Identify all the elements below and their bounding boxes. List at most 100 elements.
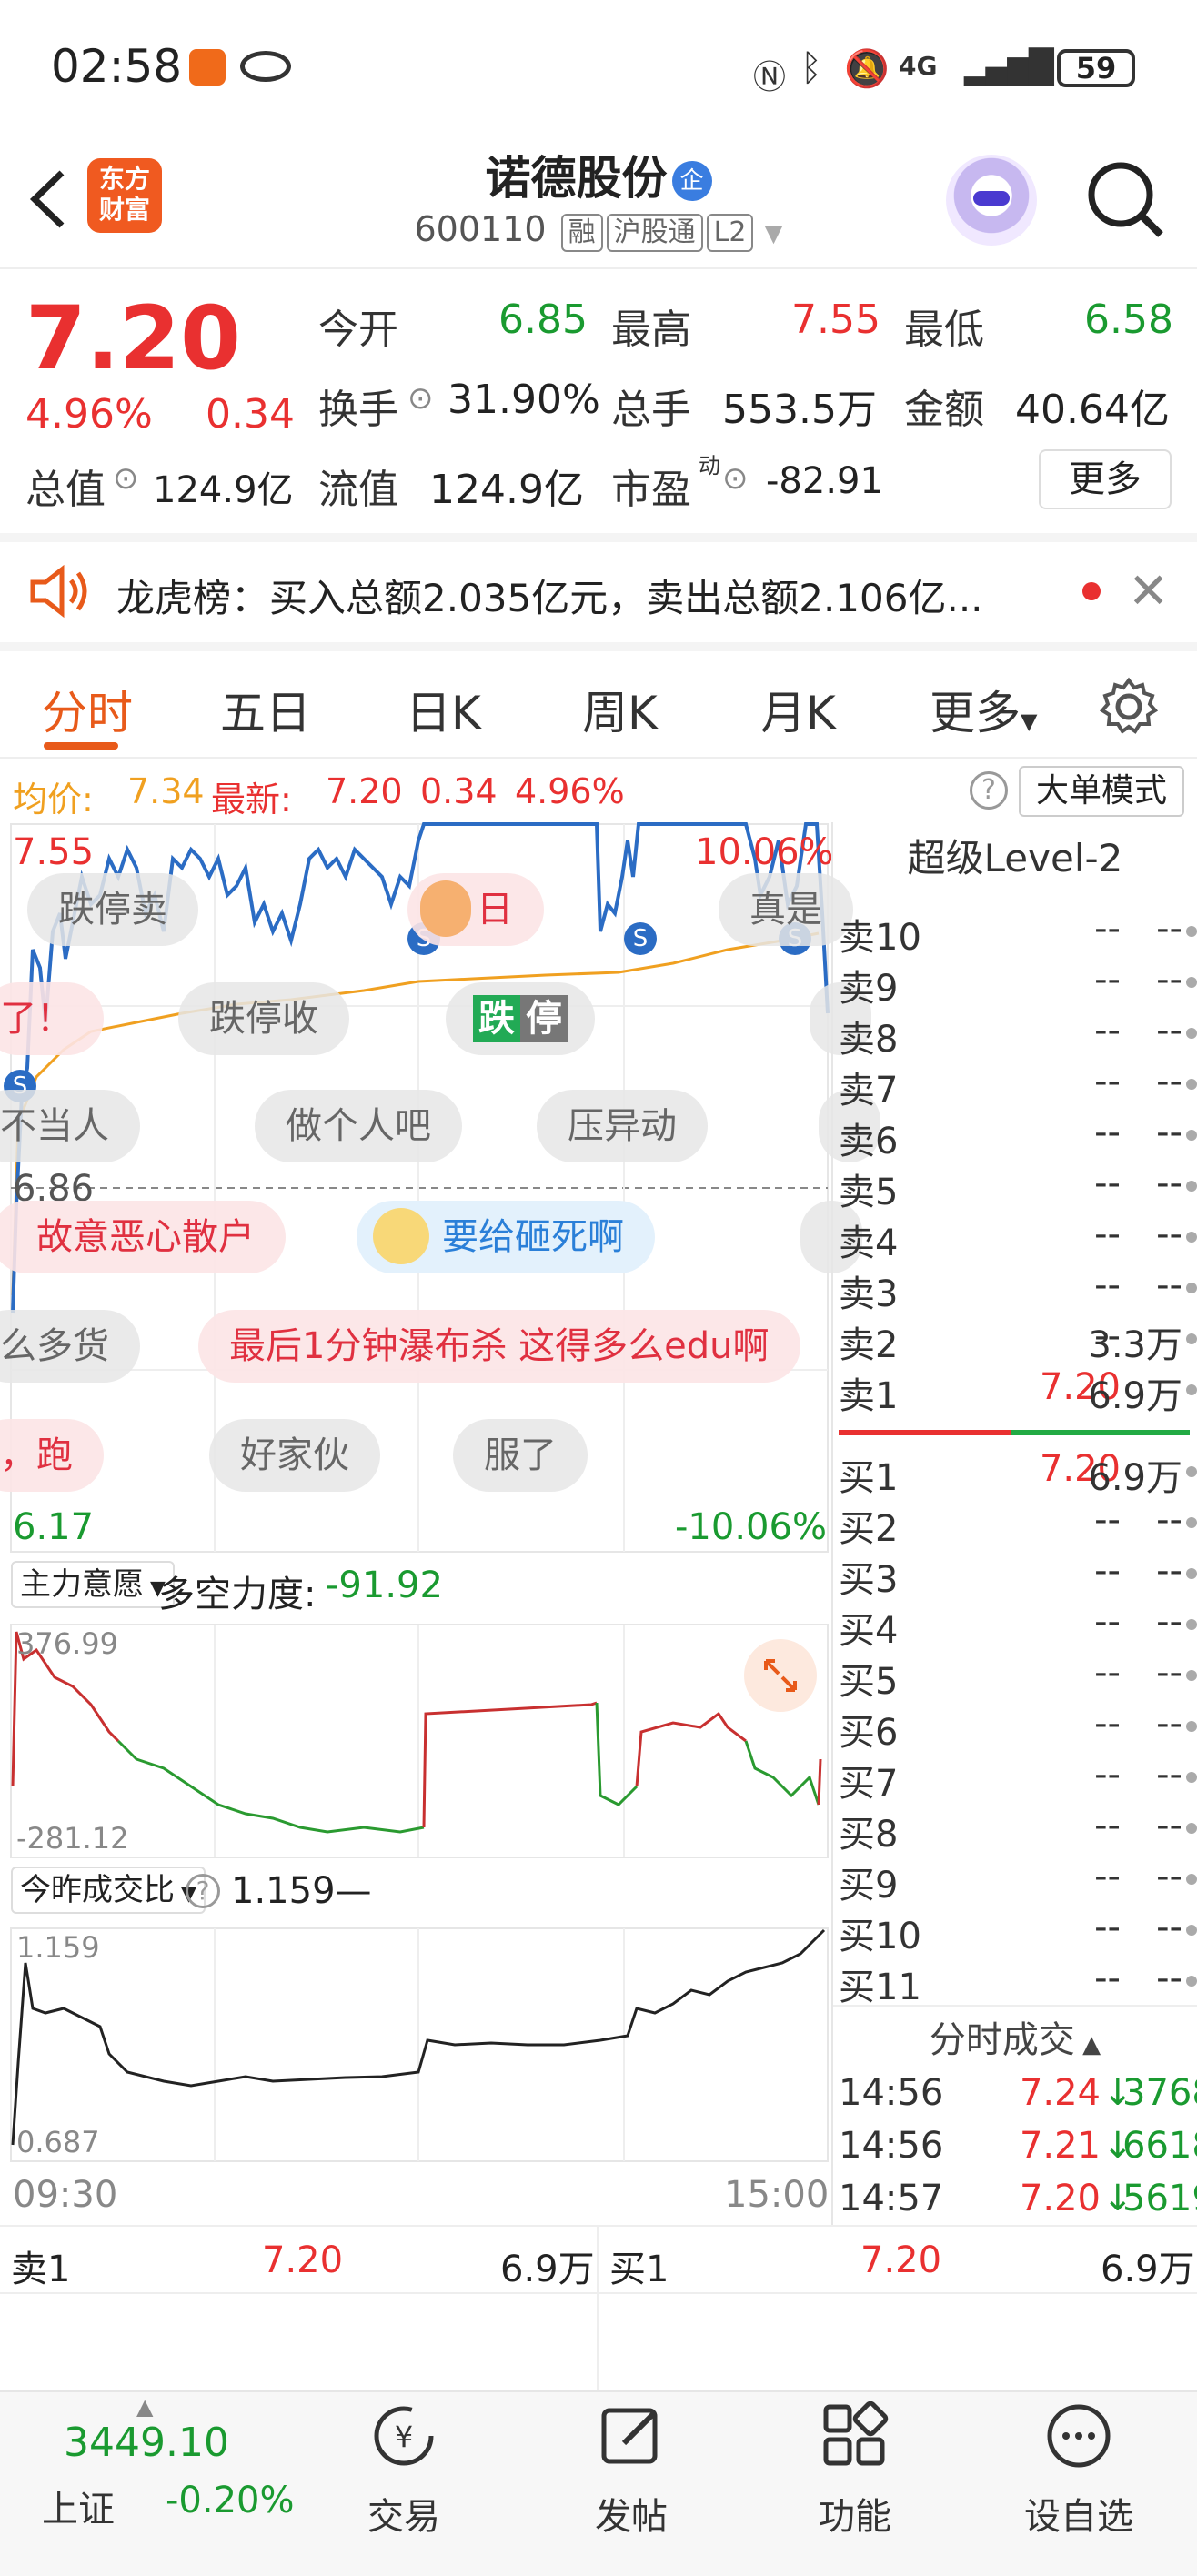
index-value: 3449.10 bbox=[64, 2420, 229, 2466]
level-dot bbox=[1186, 1823, 1197, 1834]
level-dot bbox=[1186, 1466, 1197, 1477]
signal-icon: ▂▄▆█ bbox=[964, 49, 1054, 86]
tab-intraday[interactable]: 分时 bbox=[42, 677, 133, 742]
comment-bubble[interactable]: 不当人 bbox=[0, 1090, 140, 1162]
tab-more[interactable]: 更多▼ bbox=[930, 677, 1037, 742]
dropdown-icon[interactable]: ▼ bbox=[765, 220, 783, 247]
buy-level-row[interactable]: 买6 -- -- bbox=[839, 1703, 1197, 1754]
comment-bubble[interactable]: 做个人吧 bbox=[255, 1090, 462, 1162]
index-name: 上证 bbox=[42, 2489, 115, 2531]
close-icon[interactable]: ✕ bbox=[1128, 562, 1169, 619]
comment-bubble[interactable]: 压异动 bbox=[537, 1090, 708, 1162]
level-volume: -- bbox=[1156, 1754, 1182, 1796]
comment-bubble[interactable]: 了！ bbox=[0, 982, 104, 1055]
stock-code: 600110 bbox=[414, 209, 547, 249]
tab-daily-k[interactable]: 日K bbox=[406, 677, 481, 742]
buy-level-row[interactable]: 买2 -- -- bbox=[839, 1499, 1197, 1550]
search-button[interactable] bbox=[1084, 158, 1166, 240]
info-icon[interactable]: ⊙ bbox=[722, 460, 749, 497]
ticks-header[interactable]: 分时成交 ▲ bbox=[833, 2010, 1197, 2063]
index-quote[interactable]: 3449.10 bbox=[64, 2420, 229, 2466]
sell-level-row[interactable]: 卖7 -- -- bbox=[839, 1061, 1197, 1112]
nav-add-watchlist[interactable]: 设自选 bbox=[997, 2401, 1161, 2540]
nav-functions[interactable]: 功能 bbox=[773, 2400, 937, 2540]
chevron-up-icon[interactable]: ▲ bbox=[136, 2394, 153, 2420]
comment-bubble[interactable]: 服了 bbox=[453, 1419, 588, 1492]
info-icon[interactable]: ⊙ bbox=[113, 460, 139, 497]
time-end: 15:00 bbox=[724, 2174, 830, 2216]
sell-level-row[interactable]: 卖5 -- -- bbox=[839, 1162, 1197, 1213]
sell-level-row[interactable]: 卖2 -- 3.3万 bbox=[839, 1315, 1197, 1366]
level-dot bbox=[1186, 926, 1197, 937]
sell-level-row[interactable]: 卖3 -- -- bbox=[839, 1264, 1197, 1315]
comment-bubble[interactable]: 跌停卖 bbox=[27, 873, 198, 946]
indicator-name: 今昨成交比 bbox=[20, 1872, 175, 1908]
enterprise-badge-icon: 企 bbox=[671, 161, 712, 201]
comment-bubble[interactable]: 好家伙 bbox=[209, 1419, 380, 1492]
comment-bubble[interactable]: 要给砸死啊 bbox=[357, 1201, 655, 1273]
gear-icon[interactable] bbox=[1099, 677, 1159, 737]
change-value: 0.34 bbox=[206, 391, 295, 438]
tab-weekly-k[interactable]: 周K bbox=[582, 677, 658, 742]
sell-level-row[interactable]: 卖10 -- -- bbox=[839, 908, 1197, 959]
indicator-selector[interactable]: 今昨成交比 ▼ bbox=[11, 1867, 206, 1914]
buy-level-row[interactable]: 买4 -- -- bbox=[839, 1601, 1197, 1652]
eye-icon bbox=[240, 51, 291, 82]
chevron-down-icon: ▼ bbox=[1021, 709, 1038, 734]
buy-level-row[interactable]: 买3 -- -- bbox=[839, 1550, 1197, 1601]
buy-level-row[interactable]: 买8 -- -- bbox=[839, 1805, 1197, 1856]
comment-bubble[interactable]: ，跑 bbox=[0, 1419, 104, 1492]
level-dot bbox=[1186, 1517, 1197, 1528]
comment-bubble[interactable]: 最后1分钟瀑布杀 这得多么edu啊 bbox=[198, 1310, 800, 1383]
level-label: 买9 bbox=[839, 1865, 899, 1907]
buy-level-row[interactable]: 买11 -- -- bbox=[839, 1957, 1197, 2008]
news-ticker[interactable]: 龙虎榜：买入总额2.035亿元，卖出总额2.106亿... ✕ bbox=[0, 542, 1197, 642]
help-icon[interactable]: ? bbox=[970, 771, 1008, 810]
buy-level-row[interactable]: 买9 -- -- bbox=[839, 1856, 1197, 1907]
nav-label: 设自选 bbox=[1024, 2496, 1133, 2538]
sell-level-row[interactable]: 卖6 -- -- bbox=[839, 1112, 1197, 1162]
comment-bubble[interactable]: 日 bbox=[407, 873, 544, 946]
more-button[interactable]: 更多 bbox=[1039, 449, 1172, 509]
buy-level-row[interactable]: 买1 7.20 6.9万 bbox=[839, 1448, 1197, 1499]
tab-monthly-k[interactable]: 月K bbox=[760, 677, 836, 742]
mktcap-label: 总值 bbox=[25, 467, 106, 513]
comment-bubble[interactable]: 跌停收 bbox=[178, 982, 349, 1055]
nav-trade[interactable]: ¥ 交易 bbox=[322, 2401, 486, 2540]
y-top-label: 7.55 bbox=[13, 831, 95, 873]
level-label: 买2 bbox=[839, 1508, 899, 1550]
level-dot bbox=[1186, 1670, 1197, 1681]
level2-title[interactable]: 超级Level-2 bbox=[833, 822, 1197, 895]
large-order-mode-button[interactable]: 大单模式 bbox=[1019, 766, 1184, 817]
pe-value: -82.91 bbox=[766, 460, 883, 502]
tick-price: 7.20 bbox=[1019, 2178, 1101, 2219]
level-label: 买1 bbox=[839, 1457, 899, 1499]
comment-bubble[interactable]: 么多货 bbox=[0, 1310, 140, 1383]
sell-level-row[interactable]: 卖1 7.20 6.9万 bbox=[839, 1366, 1197, 1417]
expand-button[interactable] bbox=[744, 1639, 817, 1712]
buy-level-row[interactable]: 买7 -- -- bbox=[839, 1754, 1197, 1805]
level-volume: -- bbox=[1156, 959, 1182, 1001]
level-volume: -- bbox=[1156, 1213, 1182, 1255]
sell-marker-icon[interactable]: S bbox=[624, 922, 657, 955]
tick-time: 14:57 bbox=[839, 2178, 944, 2219]
indicator-name: 主力意愿 bbox=[20, 1566, 144, 1603]
info-icon[interactable]: ⊙ bbox=[407, 380, 434, 417]
sell-level-row[interactable]: 卖8 -- -- bbox=[839, 1010, 1197, 1061]
robot-assistant-icon[interactable] bbox=[946, 155, 1037, 246]
help-icon[interactable]: ? bbox=[186, 1874, 220, 1908]
nav-post[interactable]: 发帖 bbox=[549, 2401, 713, 2540]
sell-level-row[interactable]: 卖4 -- -- bbox=[839, 1213, 1197, 1264]
buy-level-row[interactable]: 买10 -- -- bbox=[839, 1907, 1197, 1957]
level-volume: -- bbox=[1156, 1907, 1182, 1948]
tab-5day[interactable]: 五日 bbox=[220, 677, 311, 742]
comment-bubble[interactable]: 故意恶心散户 bbox=[0, 1201, 286, 1273]
sell-level-row[interactable]: 卖9 -- -- bbox=[839, 959, 1197, 1010]
comment-bubble[interactable]: 跌停 bbox=[446, 982, 595, 1055]
buy-level-row[interactable]: 买5 -- -- bbox=[839, 1652, 1197, 1703]
tab-indicator bbox=[44, 742, 118, 750]
tick-time: 14:56 bbox=[839, 2072, 944, 2114]
indicator-selector[interactable]: 主力意愿 ▼ bbox=[11, 1561, 175, 1608]
price-chart[interactable]: 7.55 10.06% 6.86 6.17 -10.06% S S S S 跌停… bbox=[0, 822, 880, 1557]
indicator-bottom-label: -281.12 bbox=[16, 1821, 129, 1856]
